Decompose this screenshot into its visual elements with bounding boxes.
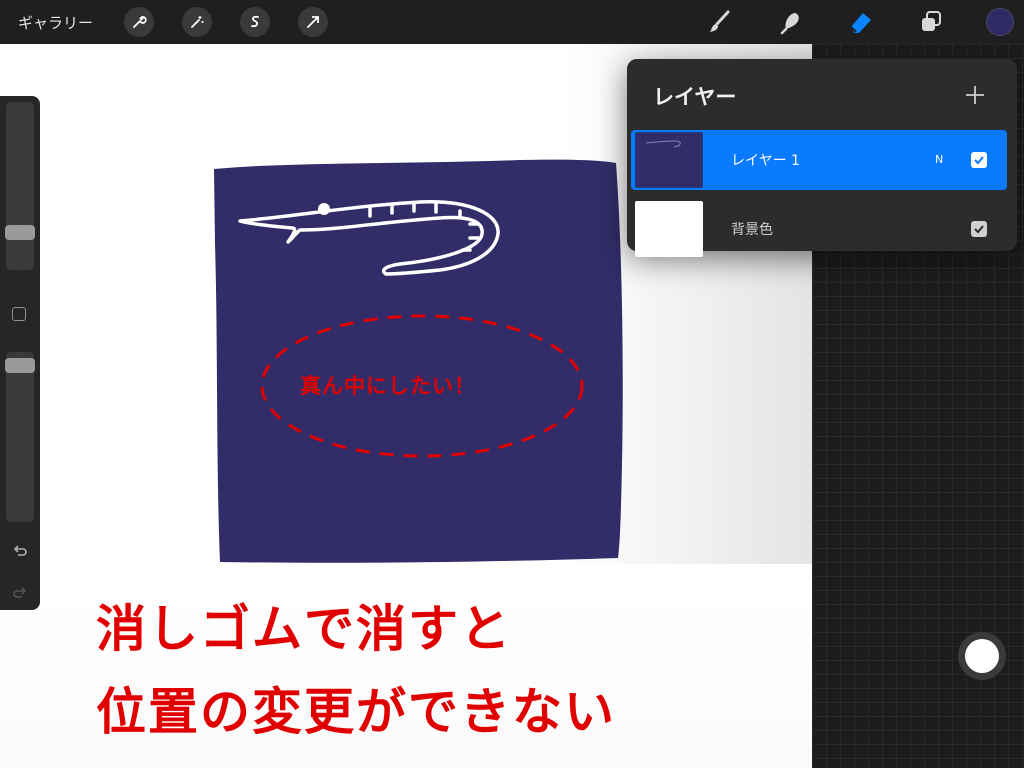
layer-row-background[interactable]: 背景色 xyxy=(631,199,1007,259)
layer-row-1[interactable]: レイヤー 1 N xyxy=(631,130,1007,190)
add-layer-icon[interactable] xyxy=(961,81,989,109)
opacity-slider[interactable] xyxy=(6,352,34,522)
blend-mode-label[interactable]: N xyxy=(935,153,943,166)
undo-icon[interactable] xyxy=(8,541,32,561)
layer-visibility-checkbox[interactable] xyxy=(971,221,987,237)
gallery-button[interactable]: ギャラリー xyxy=(18,12,93,33)
redo-icon[interactable] xyxy=(8,583,32,603)
modifier-button[interactable] xyxy=(12,307,26,321)
layer-name: 背景色 xyxy=(731,222,773,238)
brush-icon[interactable] xyxy=(703,6,735,38)
annotation-text: 真ん中にしたい！ xyxy=(300,374,476,398)
quickshape-button-inner xyxy=(965,639,999,673)
layers-panel-title: レイヤー xyxy=(653,85,737,109)
smudge-icon[interactable] xyxy=(775,6,807,38)
layer-thumbnail xyxy=(635,201,703,257)
caption-line-1: 消しゴムで消すと xyxy=(96,600,512,658)
color-picker[interactable] xyxy=(986,8,1014,36)
layer-name: レイヤー 1 xyxy=(731,153,800,169)
transform-arrow-icon[interactable] xyxy=(298,7,328,37)
caption-line-2: 位置の変更ができない xyxy=(96,683,616,741)
layers-panel: レイヤー レイヤー 1 N 背景色 xyxy=(627,59,1017,257)
brush-size-slider[interactable] xyxy=(6,102,34,270)
brush-size-thumb[interactable] xyxy=(5,225,35,240)
layer-thumbnail xyxy=(635,132,703,188)
shrimp-eye xyxy=(318,203,330,215)
left-sidebar xyxy=(0,96,40,610)
top-toolbar: ギャラリー xyxy=(0,0,1024,44)
magic-wand-icon[interactable] xyxy=(182,7,212,37)
quickshape-button[interactable] xyxy=(958,632,1006,680)
layers-icon[interactable] xyxy=(915,6,947,38)
selection-icon[interactable] xyxy=(240,7,270,37)
eraser-icon[interactable] xyxy=(845,6,877,38)
layer-visibility-checkbox[interactable] xyxy=(971,152,987,168)
opacity-thumb[interactable] xyxy=(5,358,35,373)
wrench-icon[interactable] xyxy=(124,7,154,37)
